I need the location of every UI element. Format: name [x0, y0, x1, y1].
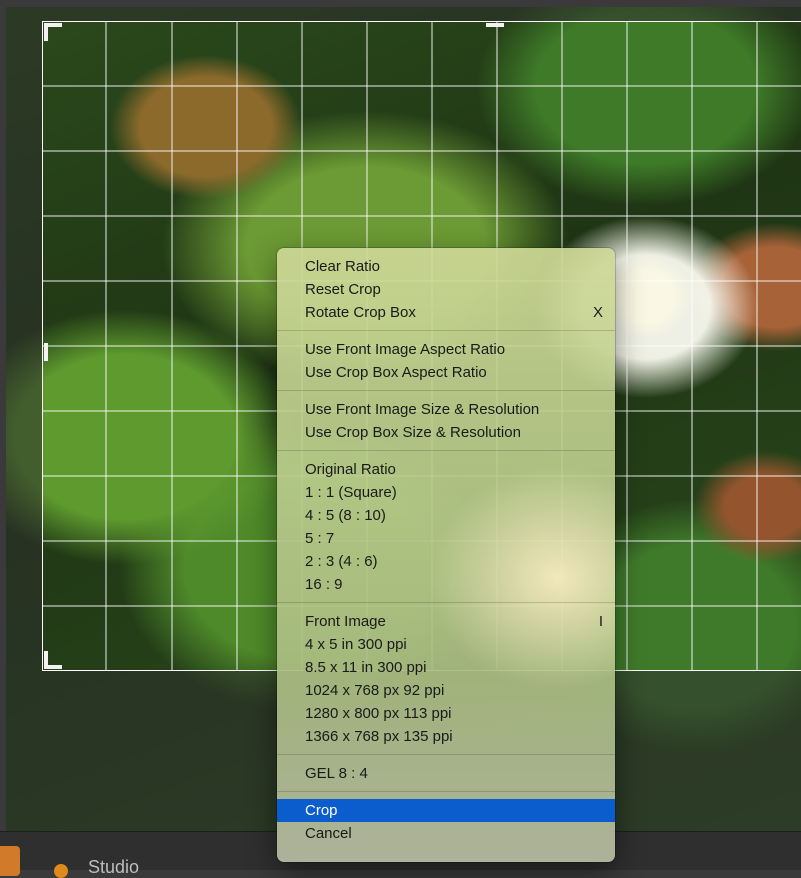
menu-item-1024-x-768-px-92-ppi[interactable]: 1024 x 768 px 92 ppi: [277, 679, 615, 702]
menu-item-4-x-5-in-300-ppi[interactable]: 4 x 5 in 300 ppi: [277, 633, 615, 656]
panel-tab[interactable]: [0, 846, 20, 876]
menu-item-label: 2 : 3 (4 : 6): [305, 553, 378, 570]
menu-item-label: Use Front Image Aspect Ratio: [305, 341, 505, 358]
menu-item-label: Reset Crop: [305, 281, 381, 298]
menu-item-label: 5 : 7: [305, 530, 334, 547]
menu-item-use-crop-box-aspect-ratio[interactable]: Use Crop Box Aspect Ratio: [277, 361, 615, 384]
menu-item-label: 4 x 5 in 300 ppi: [305, 636, 407, 653]
menu-item-label: 16 : 9: [305, 576, 343, 593]
menu-item-front-image[interactable]: Front Image I: [277, 610, 615, 633]
menu-item-rotate-crop-box[interactable]: Rotate Crop Box X: [277, 301, 615, 324]
menu-item-label: GEL 8 : 4: [305, 765, 368, 782]
menu-item-label: Use Front Image Size & Resolution: [305, 401, 539, 418]
menu-separator: [277, 602, 615, 603]
crop-handle-bottom-left-v[interactable]: [44, 651, 48, 669]
menu-item-8-5-x-11-in-300-ppi[interactable]: 8.5 x 11 in 300 ppi: [277, 656, 615, 679]
crop-context-menu: Clear Ratio Reset Crop Rotate Crop Box X Use…: [277, 248, 615, 862]
menu-item-label: 4 : 5 (8 : 10): [305, 507, 386, 524]
menu-separator: [277, 791, 615, 792]
menu-item-label: Use Crop Box Size & Resolution: [305, 424, 521, 441]
menu-item-label: Use Crop Box Aspect Ratio: [305, 364, 487, 381]
menu-item-use-front-image-size-resolution[interactable]: Use Front Image Size & Resolution: [277, 398, 615, 421]
menu-item-1366-x-768-px-135-ppi[interactable]: 1366 x 768 px 135 ppi: [277, 725, 615, 748]
menu-item-16-9[interactable]: 16 : 9: [277, 573, 615, 596]
menu-item-label: 1280 x 800 px 113 ppi: [305, 705, 452, 722]
menu-item-clear-ratio[interactable]: Clear Ratio: [277, 255, 615, 278]
menu-item-label: Crop: [305, 802, 338, 819]
menu-item-shortcut: X: [593, 301, 603, 324]
menu-item-label: Clear Ratio: [305, 258, 380, 275]
menu-separator: [277, 390, 615, 391]
menu-item-use-crop-box-size-resolution[interactable]: Use Crop Box Size & Resolution: [277, 421, 615, 444]
menu-item-reset-crop[interactable]: Reset Crop: [277, 278, 615, 301]
menu-separator: [277, 450, 615, 451]
menu-item-shortcut: I: [599, 610, 603, 633]
menu-item-2-3-4-6[interactable]: 2 : 3 (4 : 6): [277, 550, 615, 573]
crop-handle-top-mid[interactable]: [486, 23, 504, 27]
menu-item-label: Original Ratio: [305, 461, 396, 478]
menu-item-cancel[interactable]: Cancel: [277, 822, 615, 845]
menu-item-use-front-image-aspect-ratio[interactable]: Use Front Image Aspect Ratio: [277, 338, 615, 361]
menu-item-crop[interactable]: Crop: [277, 799, 615, 822]
menu-item-gel-8-4[interactable]: GEL 8 : 4: [277, 762, 615, 785]
menu-item-label: 8.5 x 11 in 300 ppi: [305, 659, 426, 676]
menu-separator: [277, 754, 615, 755]
menu-item-label: Rotate Crop Box: [305, 304, 416, 321]
menu-item-original-ratio[interactable]: Original Ratio: [277, 458, 615, 481]
menu-separator: [277, 330, 615, 331]
menu-item-1280-x-800-px-113-ppi[interactable]: 1280 x 800 px 113 ppi: [277, 702, 615, 725]
studio-icon[interactable]: [54, 864, 68, 878]
menu-item-label: 1366 x 768 px 135 ppi: [305, 728, 453, 745]
menu-item-5-7[interactable]: 5 : 7: [277, 527, 615, 550]
crop-handle-left-mid[interactable]: [44, 343, 48, 361]
menu-item-label: 1 : 1 (Square): [305, 484, 397, 501]
studio-label[interactable]: Studio: [88, 857, 139, 878]
menu-item-1-1-square[interactable]: 1 : 1 (Square): [277, 481, 615, 504]
crop-handle-top-left-v[interactable]: [44, 23, 48, 41]
menu-item-label: Front Image: [305, 613, 386, 630]
menu-item-label: Cancel: [305, 825, 352, 842]
menu-item-label: 1024 x 768 px 92 ppi: [305, 682, 444, 699]
menu-item-4-5-8-10[interactable]: 4 : 5 (8 : 10): [277, 504, 615, 527]
